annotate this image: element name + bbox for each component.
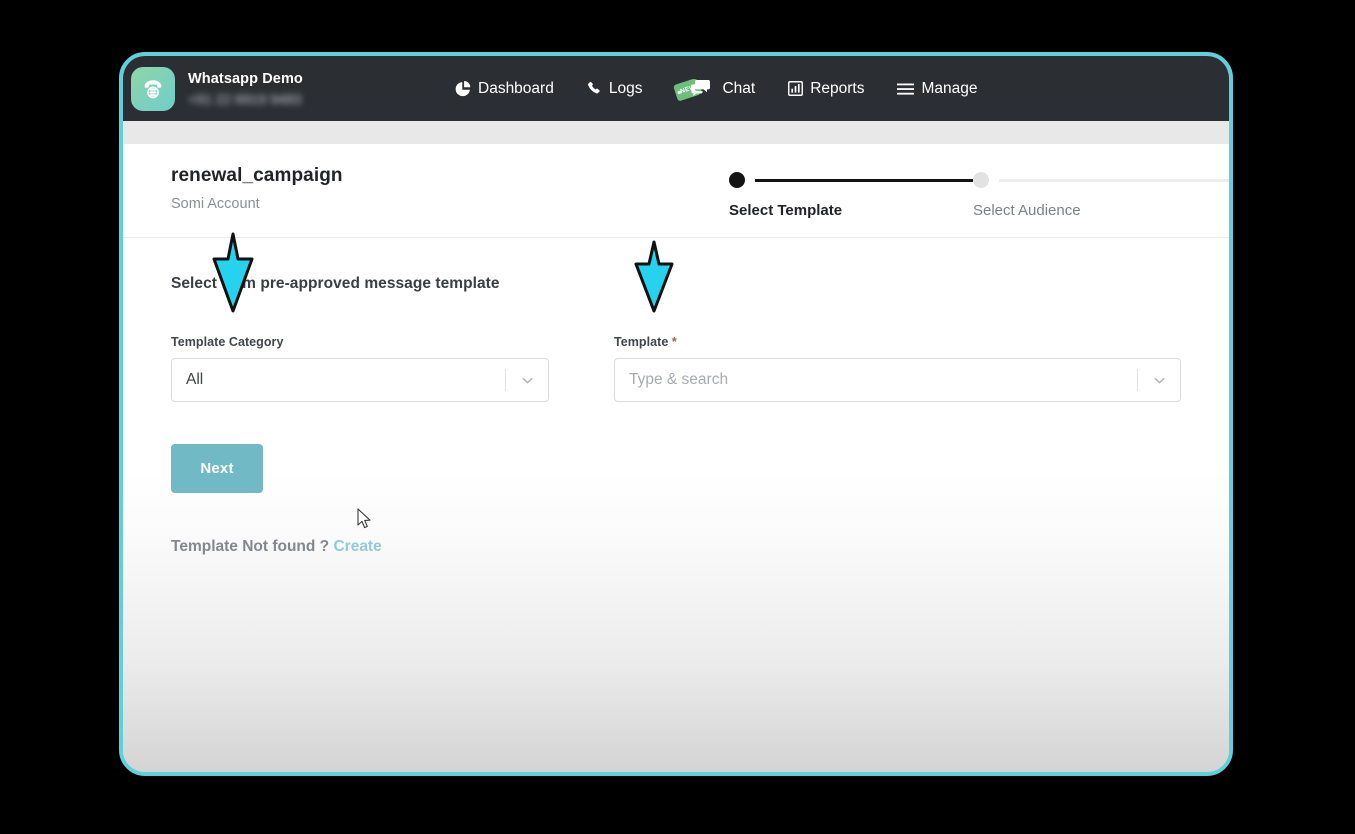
template-category-field: Template Category All: [171, 334, 549, 402]
template-category-select[interactable]: All: [171, 358, 549, 402]
top-navigation-bar: Whatsapp Demo +91 22 6919 9483 Dashboard: [123, 56, 1229, 121]
template-category-label: Template Category: [171, 335, 284, 349]
rotary-phone-icon: [131, 66, 175, 111]
template-form: Select from pre-approved message templat…: [123, 238, 1229, 557]
step-label-select-template: Select Template: [729, 202, 843, 219]
step-select-audience[interactable]: Select Audience: [973, 171, 1229, 221]
chat-icon-group: NEW: [673, 76, 715, 102]
step-dot-active: [729, 172, 745, 188]
nav-item-reports[interactable]: Reports: [788, 79, 864, 99]
section-heading: Select from pre-approved message templat…: [171, 275, 500, 292]
nav-item-reports-label: Reports: [810, 79, 865, 97]
nav-item-logs-label: Logs: [608, 79, 643, 97]
campaign-identity: renewal_campaign Somi Account: [171, 164, 343, 214]
template-label-text: Template: [614, 335, 669, 349]
template-label: Template *: [614, 334, 1181, 350]
bar-chart-icon: [788, 81, 804, 96]
wizard-stepper: Select Template Select Audience: [729, 171, 1229, 221]
nav-item-dashboard-label: Dashboard: [478, 79, 554, 97]
nav-item-dashboard[interactable]: Dashboard: [455, 79, 554, 99]
template-search-select[interactable]: Type & search: [614, 358, 1181, 402]
nav-item-chat[interactable]: NEW Chat: [673, 76, 756, 102]
campaign-header: renewal_campaign Somi Account Select Tem…: [123, 144, 1229, 238]
app-window: Whatsapp Demo +91 22 6919 9483 Dashboard: [119, 52, 1233, 776]
fields-row: Template Category All Template * Type & …: [171, 334, 1181, 402]
template-not-found-text: Template Not found ?: [171, 538, 330, 555]
account-name: Somi Account: [171, 196, 260, 212]
nav-item-logs[interactable]: Logs: [587, 79, 643, 99]
nav-item-manage[interactable]: Manage: [897, 79, 978, 99]
next-button[interactable]: Next: [171, 444, 263, 493]
pie-chart-icon: [455, 80, 471, 97]
brand-text: Whatsapp Demo +91 22 6919 9483: [188, 70, 303, 108]
required-asterisk: *: [671, 335, 677, 349]
template-not-found-note: Template Not found ? Create: [171, 537, 1181, 557]
chevron-down-icon[interactable]: [506, 372, 548, 389]
comments-icon: [691, 79, 711, 102]
step-label-select-audience: Select Audience: [973, 202, 1081, 219]
create-template-link[interactable]: Create: [333, 538, 381, 555]
page-gutter: [123, 121, 1229, 144]
step-line-inactive: [999, 178, 1229, 182]
page-title: renewal_campaign: [171, 165, 343, 186]
main-nav: Dashboard Logs NEW Chat Reports Manage: [455, 76, 978, 102]
step-line-active: [755, 178, 973, 182]
brand-block[interactable]: Whatsapp Demo +91 22 6919 9483: [131, 66, 431, 111]
chevron-down-icon[interactable]: [1138, 372, 1180, 389]
nav-item-manage-label: Manage: [921, 79, 978, 97]
step-track: [973, 171, 1229, 189]
phone-icon: [587, 81, 602, 96]
step-select-template[interactable]: Select Template: [729, 171, 973, 221]
hamburger-icon: [897, 82, 915, 96]
brand-phone-number: +91 22 6919 9483: [188, 90, 302, 107]
brand-name: Whatsapp Demo: [188, 70, 303, 87]
step-track: [729, 171, 973, 189]
step-dot-inactive: [973, 172, 989, 188]
page-body: renewal_campaign Somi Account Select Tem…: [123, 144, 1229, 772]
nav-item-chat-label: Chat: [722, 79, 756, 97]
template-field: Template * Type & search: [614, 334, 1181, 402]
template-search-placeholder[interactable]: Type & search: [615, 370, 1137, 390]
template-category-value: All: [186, 371, 204, 388]
